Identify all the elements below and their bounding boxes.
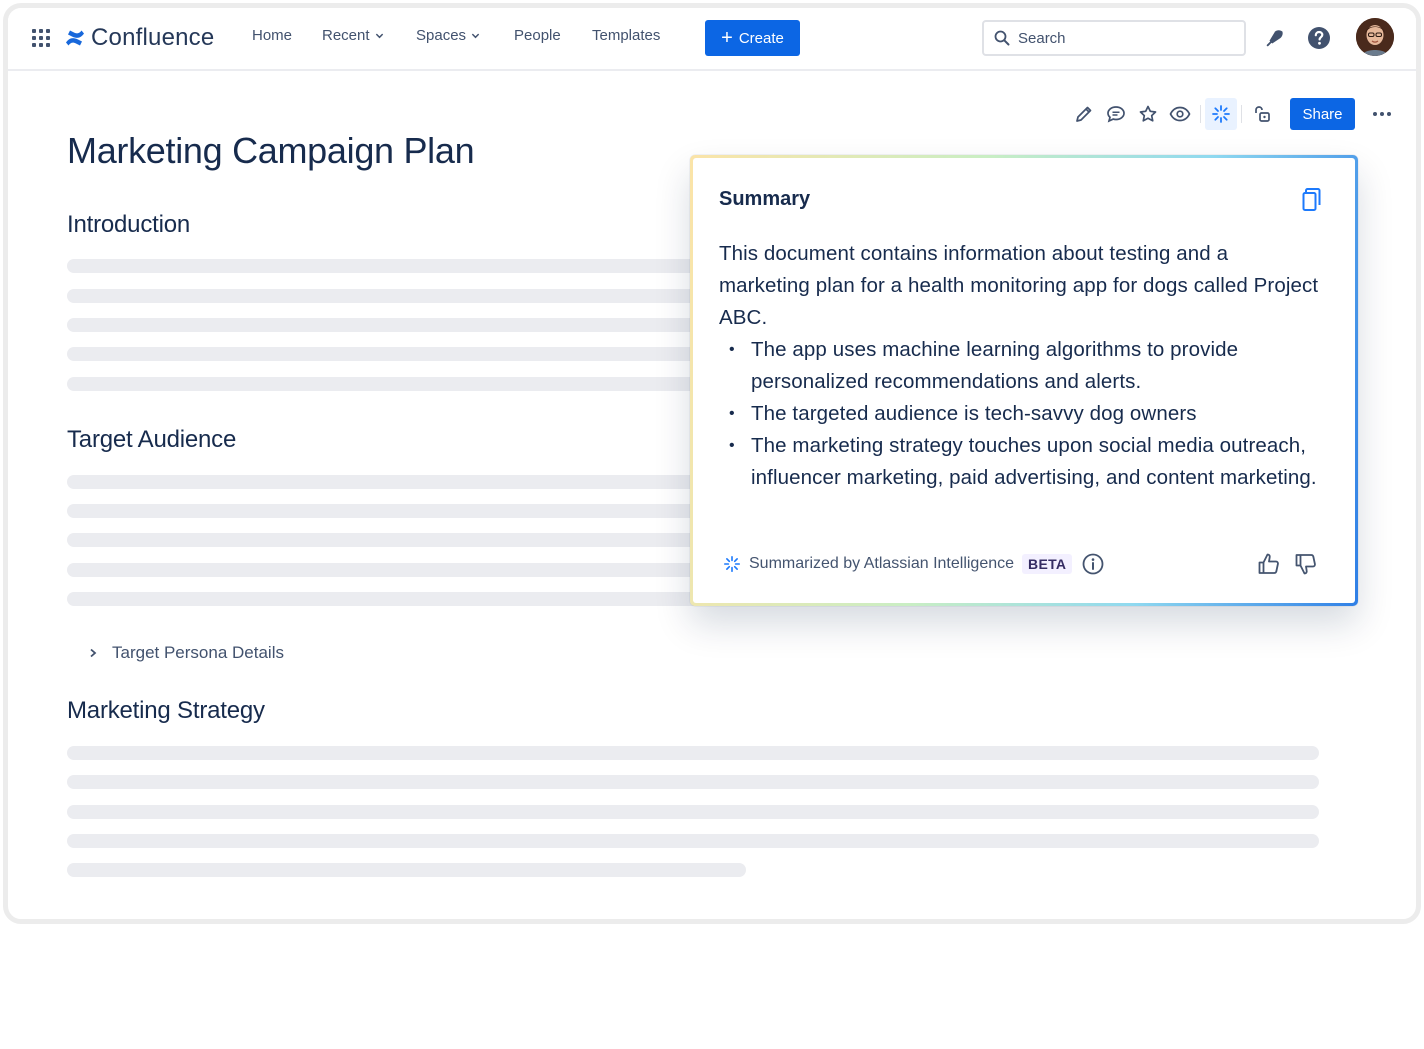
share-button-label: Share: [1302, 105, 1343, 123]
nav-spaces[interactable]: Spaces: [416, 27, 480, 44]
nav-recent-label: Recent: [322, 27, 370, 44]
ai-summary-panel: Summary This document contains informati…: [690, 155, 1358, 606]
ai-summary-card: Summary This document contains informati…: [693, 158, 1355, 603]
text-placeholder: [67, 318, 707, 332]
search-icon: [994, 30, 1010, 46]
text-placeholder: [67, 259, 707, 273]
toolbar-divider: [1241, 105, 1242, 123]
expand-target-persona[interactable]: Target Persona Details: [88, 643, 284, 663]
text-placeholder: [67, 533, 707, 547]
expand-label: Target Persona Details: [112, 643, 284, 662]
beta-badge: BETA: [1022, 554, 1073, 574]
thumbs-up-icon[interactable]: [1256, 551, 1282, 577]
page-title: Marketing Campaign Plan: [67, 130, 475, 171]
avatar-image: [1356, 18, 1394, 56]
chevron-right-icon: [90, 648, 97, 658]
plus-icon: +: [721, 27, 733, 49]
summarized-by-label: Summarized by Atlassian Intelligence: [749, 555, 1015, 572]
text-placeholder: [67, 592, 707, 606]
atlassian-intelligence-icon: [723, 555, 741, 573]
more-actions-icon[interactable]: [1369, 98, 1395, 130]
copy-icon[interactable]: [1299, 187, 1325, 213]
toolbar-divider: [1200, 105, 1201, 123]
text-placeholder: [67, 746, 1319, 760]
star-icon[interactable]: [1132, 98, 1164, 130]
text-placeholder: [67, 805, 1319, 819]
summary-bullet: The targeted audience is tech-savvy dog …: [729, 398, 1319, 430]
thumbs-down-icon[interactable]: [1293, 551, 1319, 577]
text-placeholder: [67, 504, 707, 518]
summary-bullet: The app uses machine learning algorithms…: [729, 334, 1319, 398]
text-placeholder: [67, 475, 707, 489]
confluence-logo[interactable]: Confluence: [65, 24, 214, 52]
search-box[interactable]: [982, 20, 1246, 56]
edit-pencil-icon[interactable]: [1068, 98, 1100, 130]
section-heading-target-audience: Target Audience: [67, 426, 237, 453]
section-heading-marketing-strategy: Marketing Strategy: [67, 697, 265, 724]
confluence-window: Confluence Home Recent Spaces People Tem…: [3, 3, 1421, 924]
text-placeholder: [67, 775, 1319, 789]
summary-title: Summary: [719, 188, 811, 210]
text-placeholder: [67, 563, 707, 577]
summary-body: This document contains information about…: [719, 238, 1319, 494]
summary-bullet: The marketing strategy touches upon soci…: [729, 430, 1319, 494]
create-button[interactable]: + Create: [705, 20, 800, 56]
nav-people[interactable]: People: [514, 27, 561, 44]
nav-recent[interactable]: Recent: [322, 27, 384, 44]
nav-spaces-label: Spaces: [416, 27, 467, 44]
notifications-icon[interactable]: [1261, 24, 1289, 52]
app-name: Confluence: [91, 24, 215, 51]
summary-intro: This document contains information about…: [719, 242, 1319, 329]
search-input[interactable]: [1018, 29, 1218, 47]
user-avatar[interactable]: [1356, 18, 1394, 56]
atlassian-intelligence-icon[interactable]: [1205, 98, 1237, 130]
text-placeholder: [67, 377, 707, 391]
text-placeholder: [67, 834, 1319, 848]
summary-bullet-list: The app uses machine learning algorithms…: [729, 334, 1319, 494]
summary-footer: Summarized by Atlassian Intelligence BET…: [723, 553, 1104, 575]
share-button[interactable]: Share: [1290, 98, 1355, 130]
chevron-down-icon: [375, 33, 383, 39]
nav-templates-label: Templates: [592, 27, 661, 44]
info-icon[interactable]: [1082, 553, 1104, 575]
section-heading-introduction: Introduction: [67, 211, 191, 238]
nav-home-label: Home: [252, 27, 293, 44]
page-toolbar: Share: [1068, 97, 1395, 131]
chevron-down-icon: [471, 33, 480, 39]
nav-home[interactable]: Home: [252, 27, 292, 44]
text-placeholder: [67, 347, 707, 361]
create-button-label: Create: [738, 29, 784, 47]
app-switcher-icon[interactable]: [32, 29, 50, 47]
watch-eye-icon[interactable]: [1164, 98, 1196, 130]
text-placeholder: [67, 289, 707, 303]
comment-icon[interactable]: [1100, 98, 1132, 130]
restrictions-lock-icon[interactable]: [1246, 98, 1278, 130]
help-icon[interactable]: [1305, 24, 1333, 52]
nav-templates[interactable]: Templates: [592, 27, 660, 44]
nav-people-label: People: [514, 27, 561, 44]
text-placeholder: [67, 863, 746, 877]
confluence-logo-icon: [66, 30, 84, 46]
top-navigation: Confluence Home Recent Spaces People Tem…: [8, 8, 1416, 71]
